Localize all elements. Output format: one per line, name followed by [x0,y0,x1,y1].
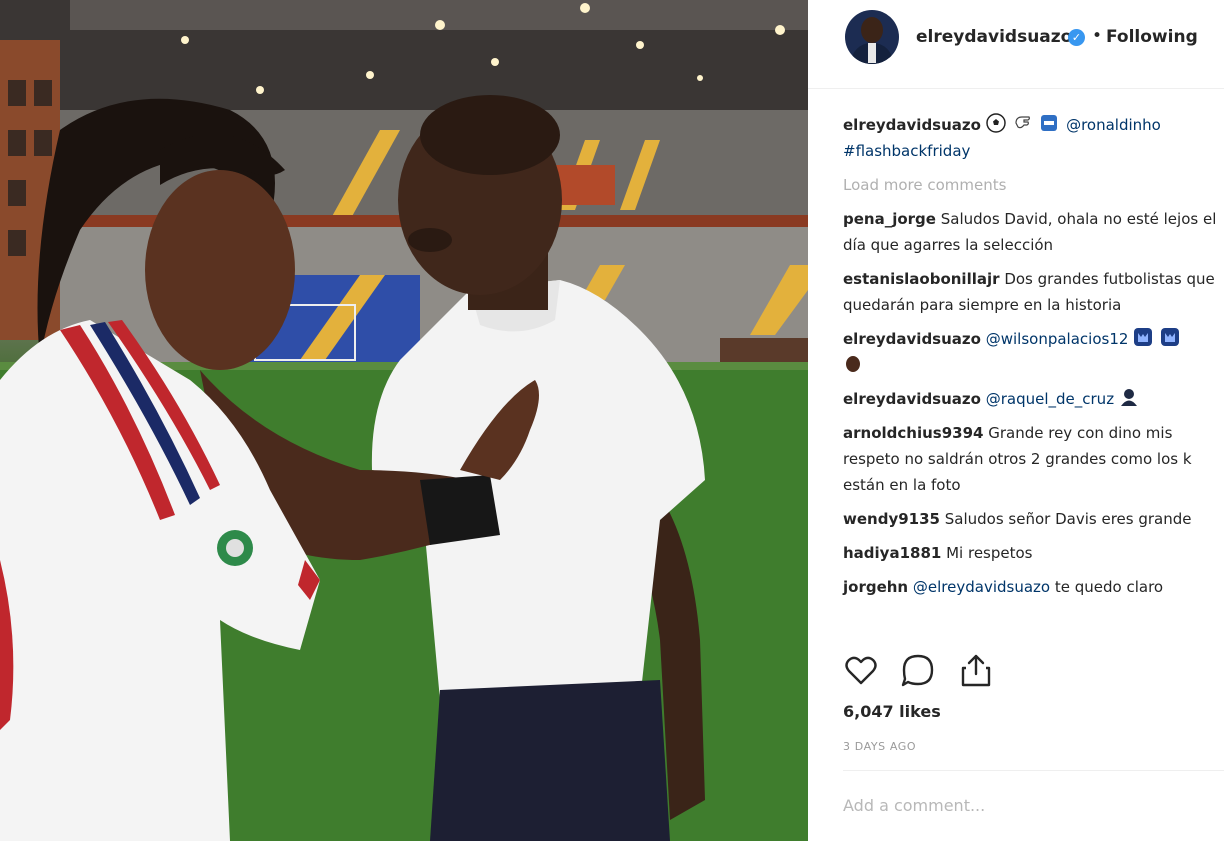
likes-count[interactable]: 6,047 likes [843,702,941,721]
flag-emoji-icon [1041,115,1058,131]
comment: pena_jorge Saludos David, ohala no esté … [843,206,1218,258]
verified-badge-icon: ✓ [1068,29,1085,46]
caption-hashtag[interactable]: #flashbackfriday [843,142,970,160]
comment-username[interactable]: jorgehn [843,578,908,596]
load-more-comments-button[interactable]: Load more comments [843,172,1218,198]
comment-username[interactable]: hadiya1881 [843,544,941,562]
comment-text: Mi respetos [946,544,1033,562]
comment-text: Saludos señor Davis eres grande [944,510,1192,528]
post-header: elreydavidsuazo ✓ • Following [808,0,1224,89]
comment-username[interactable]: wendy9135 [843,510,940,528]
post-username[interactable]: elreydavidsuazo [916,27,1072,47]
like-heart-icon[interactable] [843,652,879,688]
caption: elreydavidsuazo @ronaldinho #flashbackfr… [843,112,1218,164]
header-separator: • [1092,26,1103,46]
comment-username[interactable]: pena_jorge [843,210,936,228]
comment-bubble-icon[interactable] [900,652,936,688]
avatar-shirt [868,43,876,63]
add-comment-input[interactable]: Add a comment... [843,796,985,815]
comment: hadiya1881 Mi respetos [843,540,1218,566]
comment-text: te quedo claro [1054,578,1164,596]
comment-mention[interactable]: @raquel_de_cruz [986,390,1114,408]
comment: wendy9135 Saludos señor Davis eres grand… [843,506,1218,532]
comment-username[interactable]: arnoldchius9394 [843,424,983,442]
comment: estanislaobonillajr Dos grandes futbolis… [843,266,1218,318]
comment-mention[interactable]: @wilsonpalacios12 [986,330,1129,348]
comment-username[interactable]: elreydavidsuazo [843,390,981,408]
comment-username[interactable]: elreydavidsuazo [843,330,981,348]
comment-username[interactable]: estanislaobonillajr [843,270,1000,288]
blue-heart-emoji-icon [1160,328,1179,346]
person-emoji-icon [1120,389,1137,406]
post-photo-illustration [0,0,808,841]
post-side-panel: elreydavidsuazo ✓ • Following elreydavid… [808,0,1224,841]
avatar-face [861,17,883,43]
comment: arnoldchius9394 Grande rey con dino mis … [843,420,1218,498]
comments-list: elreydavidsuazo @ronaldinho #flashbackfr… [843,112,1218,608]
comment: elreydavidsuazo @wilsonpalacios12 [843,326,1218,378]
post-timestamp: 3 DAYS AGO [843,740,917,753]
following-button[interactable]: Following [1106,27,1198,47]
share-upload-icon[interactable] [958,652,994,688]
hand-emoji-icon [1014,116,1030,129]
blue-heart-emoji-icon [1134,328,1153,346]
comment: jorgehn @elreydavidsuazo te quedo claro [843,574,1218,600]
avatar[interactable] [845,10,899,64]
post-photo[interactable] [0,0,808,841]
comment-mention[interactable]: @elreydavidsuazo [913,578,1050,596]
caption-mention[interactable]: @ronaldinho [1066,116,1161,134]
divider [843,770,1224,771]
brown-hand-emoji-icon [846,356,860,372]
caption-username[interactable]: elreydavidsuazo [843,116,981,134]
soccer-ball-icon [985,113,1006,133]
comment: elreydavidsuazo @raquel_de_cruz [843,386,1218,412]
post-actions [843,652,1218,692]
